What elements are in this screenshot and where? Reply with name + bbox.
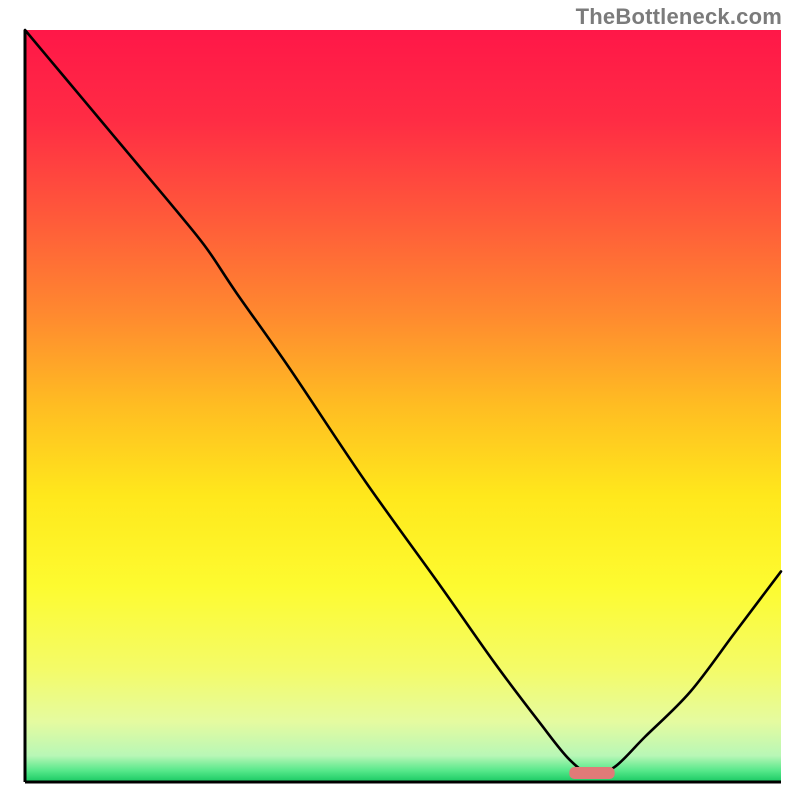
plot-background <box>25 30 781 782</box>
watermark-text: TheBottleneck.com <box>576 4 782 30</box>
optimum-marker <box>569 767 614 779</box>
chart-container: TheBottleneck.com <box>0 0 800 800</box>
chart-svg <box>0 0 800 800</box>
